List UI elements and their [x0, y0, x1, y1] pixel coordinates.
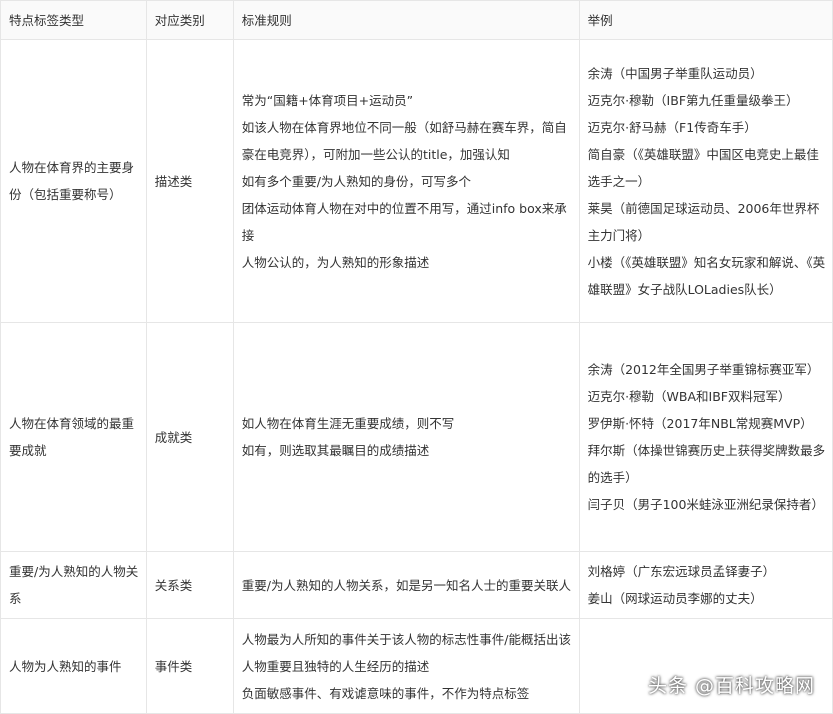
tag-type-cell: 人物在体育界的主要身份（包括重要称号）	[0, 39, 147, 323]
rule-line: 团体运动体育人物在对中的位置不用写，通过info box来承接	[241, 200, 567, 243]
rules-cell: 人物最为人所知的事件关于该人物的标志性事件/能概括出该人物重要且独特的人生经历的…	[232, 618, 580, 714]
table-row: 重要/为人熟知的人物关系 关系类 重要/为人熟知的人物关系，如是另一知名人士的重要关…	[0, 551, 833, 619]
example-line: 简自豪（《英雄联盟》中国区电竞史上最佳选手之一）	[587, 146, 819, 189]
examples-cell: 余涛（中国男子举重队运动员） 迈克尔·穆勒（IBF第九任重量级拳王） 迈克尔·舒马赫…	[578, 39, 833, 323]
table-row: 人物在体育领域的最重要成就 成就类 如人物在体育生涯无重要成绩，则不写 如有，则选取其…	[0, 322, 833, 552]
category-cell: 成就类	[145, 322, 234, 552]
tag-type-cell: 人物为人熟知的事件	[0, 618, 147, 714]
example-line: 小楼（《英雄联盟》知名女玩家和解说、《英雄联盟》女子战队LOLadies队长）	[587, 254, 826, 297]
table-row: 人物为人熟知的事件 事件类 人物最为人所知的事件关于该人物的标志性事件/能概括出该人…	[0, 618, 833, 714]
example-line: 余涛（中国男子举重队运动员）	[587, 65, 763, 81]
rules-cell: 重要/为人熟知的人物关系，如是另一知名人士的重要关联人	[232, 551, 580, 619]
rules-cell: 常为“国籍+体育项目+运动员” 如该人物在体育界地位不同一般（如舒马赫在赛车界，简…	[232, 39, 580, 323]
rule-line: 如有多个重要/为人熟知的身份，可写多个	[241, 173, 471, 189]
examples-cell: 刘格婷（广东宏远球员孟铎妻子） 姜山（网球运动员李娜的丈夫）	[578, 551, 833, 619]
examples-cell	[578, 618, 833, 714]
rule-line: 常为“国籍+体育项目+运动员”	[241, 92, 414, 108]
rule-line: 人物最为人所知的事件关于该人物的标志性事件/能概括出该人物重要且独特的人生经历的…	[241, 631, 571, 674]
tag-type-cell: 重要/为人熟知的人物关系	[0, 551, 147, 619]
rule-line: 如人物在体育生涯无重要成绩，则不写	[241, 416, 455, 431]
example-line: 迈克尔·舒马赫（F1传奇车手）	[587, 119, 757, 135]
examples-cell: 余涛（2012年全国男子举重锦标赛亚军） 迈克尔·穆勒（WBA和IBF双料冠军） 罗…	[578, 322, 833, 552]
header-row: 特点标签类型 对应类别 标准规则 举例	[0, 0, 833, 40]
category-cell: 描述类	[145, 39, 234, 323]
example-line: 闫子贝（男子100米蛙泳亚洲纪录保持者）	[587, 497, 824, 512]
example-line: 莱昊（前德国足球运动员、2006年世界杯主力门将）	[587, 200, 820, 243]
rule-line: 如该人物在体育界地位不同一般（如舒马赫在赛车界，简自豪在电竞界），可附加一些公认…	[241, 119, 567, 162]
rule-line: 重要/为人熟知的人物关系，如是另一知名人士的重要关联人	[241, 577, 571, 593]
example-line: 迈克尔·穆勒（WBA和IBF双料冠军）	[587, 389, 791, 404]
category-cell: 关系类	[145, 551, 234, 619]
example-line: 姜山（网球运动员李娜的丈夫）	[587, 591, 763, 606]
watermark: 头条 @百科攻略网	[647, 675, 815, 697]
example-line: 余涛（2012年全国男子举重锦标赛亚军）	[587, 362, 820, 377]
table-row: 人物在体育界的主要身份（包括重要称号） 描述类 常为“国籍+体育项目+运动员” 如该人…	[0, 39, 833, 323]
rule-line: 如有，则选取其最瞩目的成绩描述	[241, 443, 430, 458]
category-cell: 事件类	[145, 618, 234, 714]
example-line: 罗伊斯·怀特（2017年NBL常规赛MVP）	[587, 416, 813, 431]
header-category: 对应类别	[145, 0, 234, 40]
example-line: 刘格婷（广东宏远球员孟铎妻子）	[587, 564, 776, 579]
rule-line: 负面敏感事件、有戏谑意味的事件，不作为特点标签	[241, 685, 530, 701]
feature-tag-table: 特点标签类型 对应类别 标准规则 举例 人物在体育界的主要身份（包括重要称号）描…	[0, 0, 833, 714]
header-examples: 举例	[578, 0, 833, 40]
rule-line: 人物公认的，为人熟知的形象描述	[241, 254, 430, 270]
header-type: 特点标签类型	[0, 0, 147, 40]
header-rules: 标准规则	[232, 0, 580, 40]
example-line: 拜尔斯（体操世锦赛历史上获得奖牌数最多的选手）	[587, 443, 826, 485]
rules-cell: 如人物在体育生涯无重要成绩，则不写 如有，则选取其最瞩目的成绩描述	[232, 322, 580, 552]
tag-type-cell: 人物在体育领域的最重要成就	[0, 322, 147, 552]
example-line: 迈克尔·穆勒（IBF第九任重量级拳王）	[587, 92, 799, 108]
